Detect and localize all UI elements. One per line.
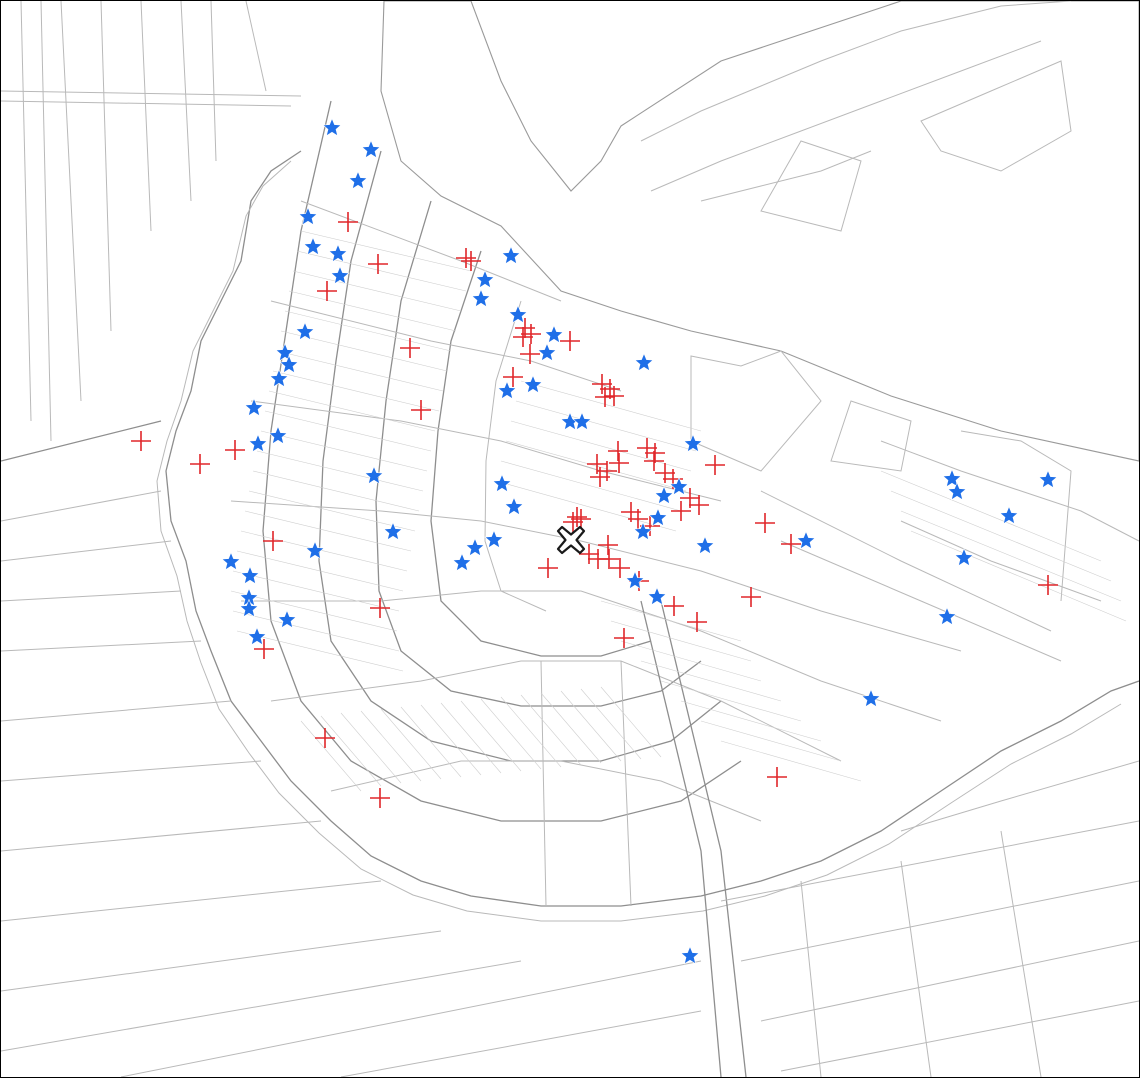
- red-cross-marker: [456, 248, 476, 268]
- blue-star-marker: [484, 529, 504, 549]
- red-cross-marker: [225, 440, 245, 460]
- blue-star-marker: [383, 521, 403, 541]
- blue-star-marker: [330, 265, 350, 285]
- blue-star-marker: [240, 565, 260, 585]
- blue-star-marker: [947, 481, 967, 501]
- blue-star-marker: [796, 530, 816, 550]
- blue-star-marker: [625, 570, 645, 590]
- red-cross-marker: [560, 331, 580, 351]
- red-cross-marker: [598, 535, 618, 555]
- red-cross-marker: [190, 454, 210, 474]
- blue-star-marker: [295, 321, 315, 341]
- red-cross-marker: [400, 338, 420, 358]
- red-cross-marker: [599, 549, 619, 569]
- red-cross-marker: [263, 531, 283, 551]
- blue-star-marker: [305, 540, 325, 560]
- red-cross-marker: [687, 612, 707, 632]
- red-cross-marker: [315, 728, 335, 748]
- red-cross-marker: [538, 558, 558, 578]
- blue-star-marker: [861, 688, 881, 708]
- blue-star-marker: [523, 374, 543, 394]
- blue-star-marker: [501, 245, 521, 265]
- red-cross-marker: [368, 254, 388, 274]
- blue-star-marker: [695, 535, 715, 555]
- red-cross-marker: [370, 788, 390, 808]
- blue-star-marker: [364, 465, 384, 485]
- blue-star-marker: [465, 537, 485, 557]
- x-center-marker[interactable]: [556, 525, 586, 555]
- blue-star-marker: [648, 507, 668, 527]
- red-cross-marker: [767, 767, 787, 787]
- blue-star-marker: [537, 342, 557, 362]
- blue-star-marker: [348, 170, 368, 190]
- blue-star-marker: [248, 433, 268, 453]
- blue-star-marker: [269, 368, 289, 388]
- blue-star-marker: [683, 433, 703, 453]
- red-cross-marker: [664, 596, 684, 616]
- red-cross-marker: [254, 639, 274, 659]
- blue-star-marker: [452, 552, 472, 572]
- blue-star-marker: [504, 496, 524, 516]
- red-cross-marker: [671, 501, 691, 521]
- blue-star-marker: [471, 288, 491, 308]
- red-cross-marker: [595, 387, 615, 407]
- blue-star-marker: [680, 945, 700, 965]
- red-cross-marker: [610, 558, 630, 578]
- red-cross-marker: [609, 453, 629, 473]
- red-cross-marker: [1038, 575, 1058, 595]
- red-cross-marker: [411, 400, 431, 420]
- blue-star-marker: [942, 468, 962, 488]
- blue-star-marker: [275, 342, 295, 362]
- city-map[interactable]: [1, 1, 1139, 1077]
- blue-star-marker: [221, 551, 241, 571]
- red-cross-marker: [338, 212, 358, 232]
- red-cross-marker: [317, 281, 337, 301]
- blue-star-marker: [572, 411, 592, 431]
- red-cross-marker: [614, 628, 634, 648]
- blue-star-marker: [634, 352, 654, 372]
- x-center-marker-layer: [556, 525, 586, 555]
- blue-star-marker: [244, 397, 264, 417]
- red-cross-marker: [567, 507, 587, 527]
- blue-star-marker: [239, 598, 259, 618]
- red-cross-marker: [131, 431, 151, 451]
- blue-star-marker: [954, 547, 974, 567]
- red-cross-marker: [705, 455, 725, 475]
- red-cross-marker: [592, 374, 612, 394]
- map-canvas[interactable]: [0, 0, 1140, 1078]
- blue-star-marker: [647, 586, 667, 606]
- red-cross-marker: [521, 324, 541, 344]
- red-cross-marker: [645, 443, 665, 463]
- blue-star-marker: [277, 609, 297, 629]
- red-cross-marker: [608, 441, 628, 461]
- blue-star-marker: [544, 324, 564, 344]
- blue-star-marker: [1038, 469, 1058, 489]
- blue-star-marker: [492, 473, 512, 493]
- red-cross-marker: [571, 509, 591, 529]
- red-cross-marker: [515, 318, 535, 338]
- blue-star-marker: [937, 606, 957, 626]
- red-cross-marker: [781, 534, 801, 554]
- blue-star-marker: [361, 139, 381, 159]
- blue-star-marker: [298, 206, 318, 226]
- red-cross-marker: [755, 513, 775, 533]
- blue-star-marker: [303, 236, 323, 256]
- blue-star-marker: [999, 505, 1019, 525]
- blue-star-marker: [654, 485, 674, 505]
